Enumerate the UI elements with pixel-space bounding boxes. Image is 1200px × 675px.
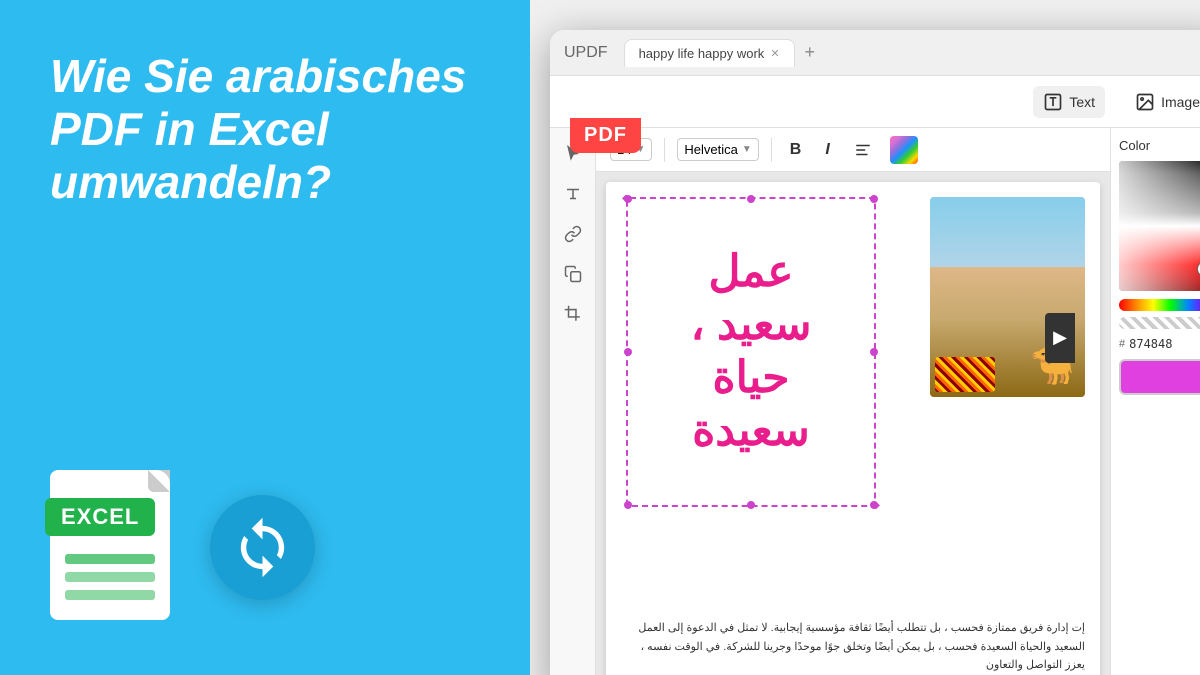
hex-hash: # <box>1119 338 1125 350</box>
scroll-arrow[interactable]: ▶ <box>1045 313 1075 363</box>
rug-pattern <box>935 357 995 392</box>
copy-tool[interactable] <box>557 258 589 290</box>
handle-bottom-mid[interactable] <box>747 501 755 509</box>
pdf-badge: PDF <box>570 118 641 153</box>
sync-icon <box>210 495 315 600</box>
file-lines <box>65 554 155 600</box>
color-sliders <box>1119 299 1200 329</box>
tab-close-icon[interactable]: ✕ <box>770 47 779 60</box>
bottom-graphics: EXCEL <box>50 470 490 645</box>
handle-mid-right[interactable] <box>870 348 878 356</box>
handle-top-right[interactable] <box>870 195 878 203</box>
updf-logo: UPDF <box>564 44 608 62</box>
tab-bar: happy life happy work ✕ + <box>624 39 1200 67</box>
right-panel: UPDF happy life happy work ✕ + Text <box>530 0 1200 675</box>
handle-top-left[interactable] <box>624 195 632 203</box>
excel-badge: EXCEL <box>45 498 155 536</box>
handle-mid-left[interactable] <box>624 348 632 356</box>
headline: Wie Sie arabisches PDF in Excel umwandel… <box>50 50 490 209</box>
hue-slider[interactable] <box>1119 299 1200 311</box>
crop-icon <box>564 305 582 323</box>
arabic-text-content: عملسعيد ،حياةسعيدة <box>691 246 812 457</box>
bold-button[interactable]: B <box>784 138 808 162</box>
file-line <box>65 554 155 564</box>
format-divider-2 <box>771 138 772 162</box>
text-tool-button[interactable]: Text <box>1033 86 1105 118</box>
text-tool-icon <box>1043 92 1063 112</box>
desert-sky <box>930 197 1085 267</box>
hex-value: 874848 <box>1129 337 1172 351</box>
tab-add-button[interactable]: + <box>799 40 822 65</box>
app-window: UPDF happy life happy work ✕ + Text <box>550 30 1200 675</box>
toolbar: Text Image <box>550 76 1200 128</box>
text-btn-label: Text <box>1069 94 1095 110</box>
image-tool-icon <box>1135 92 1155 112</box>
text-tool[interactable] <box>557 178 589 210</box>
copy-icon <box>564 265 582 283</box>
handle-bottom-left[interactable] <box>624 501 632 509</box>
doc-area: عملسعيد ،حياةسعيدة 🐪 إت إدا <box>596 172 1110 675</box>
link-tool[interactable] <box>557 218 589 250</box>
link-icon <box>564 225 582 243</box>
file-line <box>65 590 155 600</box>
left-panel: Wie Sie arabisches PDF in Excel umwandel… <box>0 0 530 675</box>
font-name-value: Helvetica <box>684 142 737 157</box>
updf-logo-text: UPDF <box>564 44 608 61</box>
file-line <box>65 572 155 582</box>
image-btn-label: Image <box>1161 94 1200 110</box>
handle-bottom-right[interactable] <box>870 501 878 509</box>
format-bar: 14 ▼ Helvetica ▼ B I <box>596 128 1110 172</box>
color-picker-button[interactable] <box>890 136 918 164</box>
align-icon <box>854 141 872 159</box>
handle-top-mid[interactable] <box>747 195 755 203</box>
image-tool-button[interactable]: Image <box>1125 86 1200 118</box>
sync-arrows <box>230 515 295 580</box>
color-swatch[interactable] <box>1119 359 1200 395</box>
bold-label: B <box>790 141 802 159</box>
color-value-row: # 874848 <box>1119 337 1200 351</box>
font-name-select[interactable]: Helvetica ▼ <box>677 138 758 161</box>
tab-label: happy life happy work <box>639 46 765 61</box>
file-corner <box>148 470 170 492</box>
color-panel: Color # 874848 <box>1110 128 1200 675</box>
sidebar-tools <box>550 128 596 675</box>
desert-photo: 🐪 <box>930 197 1085 397</box>
doc-page: عملسعيد ،حياةسعيدة 🐪 إت إدا <box>606 182 1100 675</box>
italic-button[interactable]: I <box>819 138 835 162</box>
file-icon: EXCEL <box>50 470 180 625</box>
opacity-slider[interactable] <box>1119 317 1200 329</box>
italic-label: I <box>825 141 829 159</box>
crop-tool[interactable] <box>557 298 589 330</box>
arabic-text-box[interactable]: عملسعيد ،حياةسعيدة <box>626 197 876 507</box>
tab-active[interactable]: happy life happy work ✕ <box>624 39 795 67</box>
color-panel-title: Color <box>1119 138 1200 153</box>
color-gradient[interactable] <box>1119 161 1200 291</box>
color-gradient-overlay <box>1119 161 1200 291</box>
main-content: 14 ▼ Helvetica ▼ B I <box>550 128 1200 675</box>
format-divider-1 <box>664 138 665 162</box>
body-text: إت إدارة فريق ممتازة فحسب ، بل تتطلب أيض… <box>621 619 1085 675</box>
title-bar: UPDF happy life happy work ✕ + <box>550 30 1200 76</box>
file-body: EXCEL <box>50 470 170 620</box>
font-name-arrow: ▼ <box>742 144 752 155</box>
text-icon <box>564 185 582 203</box>
align-button[interactable] <box>848 138 878 162</box>
